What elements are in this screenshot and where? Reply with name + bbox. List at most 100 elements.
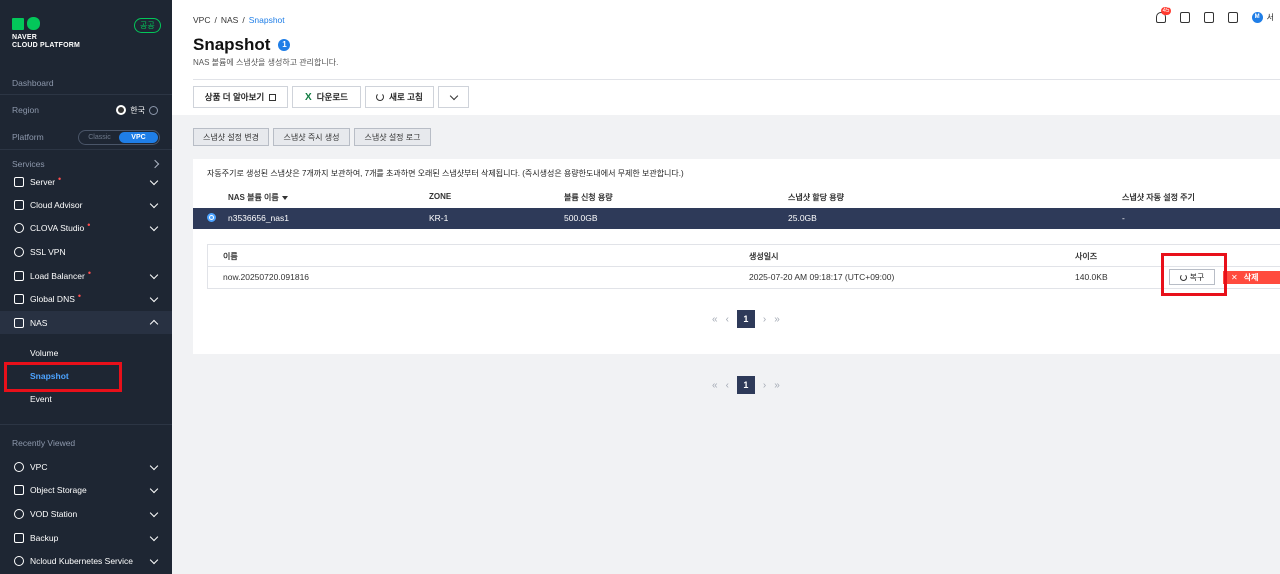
chevron-down-icon	[149, 484, 159, 494]
main-content: VPC / NAS / Snapshot 45 M 서 Snapshot 1 N…	[172, 0, 1280, 574]
sidebar-subitem-volume[interactable]: Volume	[30, 348, 58, 358]
avatar[interactable]: M	[1251, 12, 1263, 23]
retention-notice: 자동주기로 생성된 스냅샷은 7개까지 보관하여, 7개를 초과하면 오래된 스…	[207, 169, 684, 178]
sidebar-item-cloud-advisor[interactable]: Cloud Advisor	[0, 193, 172, 216]
platform-label: Platform	[12, 132, 44, 142]
load-balancer-icon	[14, 270, 24, 281]
prev-page-button[interactable]: ‹	[726, 314, 729, 325]
volume-pagination: « ‹ 1 › »	[712, 376, 780, 394]
recent-item-backup[interactable]: Backup	[0, 526, 172, 549]
nas-snapshot-panel: 자동주기로 생성된 스냅샷은 7개까지 보관하여, 7개를 초과하면 오래된 스…	[193, 159, 1280, 354]
help-badge-icon[interactable]: 1	[278, 39, 291, 51]
recent-item-vod-station[interactable]: VOD Station	[0, 502, 172, 525]
cell-snapshot-created: 2025-07-20 AM 09:18:17 (UTC+09:00)	[749, 272, 895, 282]
region-value: 한국	[130, 105, 145, 115]
column-header-created: 생성일시	[749, 252, 779, 261]
server-icon	[14, 176, 24, 187]
user-name[interactable]: 서	[1267, 12, 1274, 23]
next-page-button[interactable]: ›	[763, 314, 766, 325]
platform-toggle[interactable]: Classic VPC	[78, 130, 160, 145]
sidebar-item-load-balancer[interactable]: Load Balancer •	[0, 264, 172, 287]
recent-item-vpc[interactable]: VPC	[0, 455, 172, 478]
logo-mark-icon	[12, 17, 80, 30]
cell-snapshot-cycle: -	[1122, 213, 1125, 223]
recent-item-ncloud-kubernetes[interactable]: Ncloud Kubernetes Service	[0, 549, 172, 572]
chevron-down-icon	[149, 532, 159, 542]
sidebar: NAVER CLOUD PLATFORM 공공 Dashboard Region…	[0, 0, 172, 574]
first-page-button[interactable]: «	[712, 380, 718, 391]
column-header-snapshot-cycle: 스냅샷 자동 설정 주기	[1122, 193, 1195, 202]
row-radio[interactable]	[207, 213, 216, 222]
last-page-button[interactable]: »	[774, 314, 780, 325]
divider	[208, 266, 1280, 267]
breadcrumb-nas[interactable]: NAS	[221, 15, 238, 25]
delete-button[interactable]: ✕ 삭제	[1223, 271, 1280, 284]
dashboard-link[interactable]: Dashboard	[0, 72, 172, 94]
learn-more-button[interactable]: 상품 더 알아보기	[193, 86, 288, 108]
first-page-button[interactable]: «	[712, 314, 718, 325]
page-number[interactable]: 1	[736, 310, 755, 328]
global-dns-icon	[14, 293, 24, 304]
next-page-button[interactable]: ›	[763, 380, 766, 391]
table-row[interactable]: n3536656_nas1 KR-1 500.0GB 25.0GB -	[193, 208, 1280, 229]
more-dropdown-button[interactable]	[438, 86, 469, 108]
page-number[interactable]: 1	[736, 376, 755, 394]
new-dot: •	[58, 173, 62, 184]
divider	[0, 424, 172, 425]
breadcrumb-snapshot[interactable]: Snapshot	[249, 15, 285, 25]
top-icons: 45 M 서	[1155, 7, 1274, 23]
book-icon[interactable]	[1227, 12, 1238, 23]
sidebar-item-server[interactable]: Server •	[0, 170, 172, 193]
external-link-icon	[269, 93, 277, 101]
sidebar-subitem-event[interactable]: Event	[30, 394, 52, 404]
platform-classic[interactable]: Classic	[80, 132, 119, 143]
breadcrumb-vpc[interactable]: VPC	[193, 15, 210, 25]
sidebar-item-ssl-vpn[interactable]: SSL VPN	[0, 240, 172, 263]
excel-icon: X	[305, 91, 312, 103]
chevron-down-icon	[149, 176, 159, 186]
vpc-icon	[14, 461, 24, 472]
naver-cloud-logo[interactable]: NAVER CLOUD PLATFORM	[12, 17, 80, 50]
chevron-down-icon	[449, 91, 458, 100]
new-dot: •	[77, 290, 82, 301]
gear-icon[interactable]	[149, 105, 158, 115]
snapshot-create-now-button[interactable]: 스냅샷 즉시 생성	[273, 128, 350, 146]
bell-icon[interactable]: 45	[1155, 7, 1172, 23]
new-dot: •	[87, 267, 91, 278]
snapshot-settings-change-button[interactable]: 스냅샷 설정 변경	[193, 128, 269, 146]
column-header-snapshot-capacity: 스냅샷 할당 용량	[788, 193, 844, 202]
column-header-volume-name[interactable]: NAS 볼륨 이름	[228, 192, 288, 203]
download-button[interactable]: X 다운로드	[292, 86, 361, 108]
page-header: VPC / NAS / Snapshot 45 M 서 Snapshot 1 N…	[172, 0, 1280, 115]
chevron-down-icon	[149, 270, 159, 280]
sidebar-item-nas[interactable]: NAS	[0, 311, 172, 334]
platform-vpc[interactable]: VPC	[119, 132, 158, 143]
chevron-down-icon	[149, 293, 159, 303]
sort-down-icon	[281, 195, 288, 200]
document-edit-icon[interactable]	[1203, 12, 1214, 23]
column-header-zone: ZONE	[429, 192, 452, 201]
prev-page-button[interactable]: ‹	[726, 380, 729, 391]
sidebar-item-clova-studio[interactable]: CLOVA Studio •	[0, 216, 172, 239]
highlight-box	[4, 362, 122, 392]
chat-icon[interactable]	[1179, 12, 1190, 23]
chevron-down-icon	[149, 199, 159, 209]
cell-snapshot-name: now.20250720.091816	[223, 272, 310, 282]
recent-item-object-storage[interactable]: Object Storage	[0, 478, 172, 501]
snapshot-pagination: « ‹ 1 › »	[712, 310, 780, 328]
cell-snapshot-size: 140.0KB	[1075, 272, 1108, 282]
object-storage-icon	[14, 484, 24, 495]
highlight-box	[1161, 253, 1227, 296]
cell-volume-capacity: 500.0GB	[564, 213, 598, 223]
cell-volume-name: n3536656_nas1	[228, 213, 289, 223]
refresh-icon	[376, 93, 385, 101]
snapshot-settings-log-button[interactable]: 스냅샷 설정 로그	[354, 128, 431, 146]
chevron-down-icon	[149, 222, 159, 232]
last-page-button[interactable]: »	[774, 380, 780, 391]
refresh-button[interactable]: 새로 고침	[365, 86, 434, 108]
chevron-up-icon	[149, 319, 159, 329]
sidebar-item-global-dns[interactable]: Global DNS •	[0, 287, 172, 310]
ssl-vpn-icon	[14, 246, 24, 257]
new-dot: •	[87, 219, 91, 230]
region-row[interactable]: Region 한국	[0, 99, 172, 121]
